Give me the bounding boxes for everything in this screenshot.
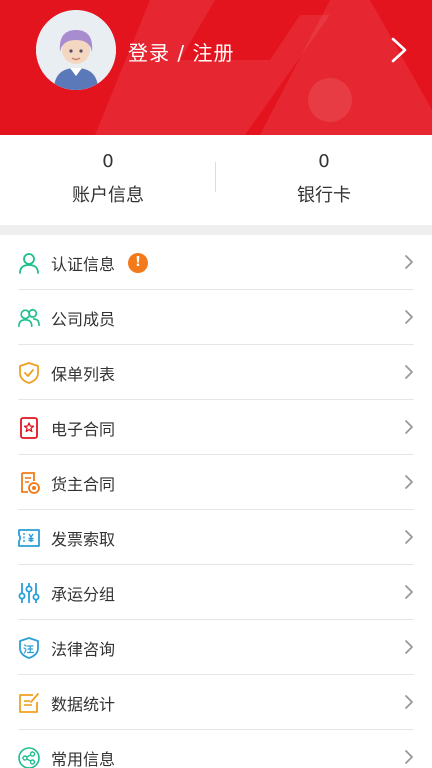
- menu-item-label: 发票索取: [51, 529, 116, 549]
- avatar[interactable]: [36, 10, 116, 90]
- menu-item-shipper-contract[interactable]: 货主合同: [0, 455, 432, 510]
- chevron-right-icon: [405, 420, 413, 434]
- menu-item-label: 常用信息: [51, 749, 116, 768]
- insurance-shield-icon: [18, 361, 40, 384]
- stat-label: 账户信息: [72, 185, 144, 206]
- menu-item-company-members[interactable]: 公司成员: [0, 290, 432, 345]
- menu-item-label: 电子合同: [51, 419, 116, 439]
- chevron-right-icon: [405, 530, 413, 544]
- menu-item-label: 数据统计: [51, 694, 116, 714]
- stat-value: 0: [102, 151, 114, 172]
- menu-item-common-info[interactable]: 常用信息: [0, 730, 432, 768]
- login-register-link[interactable]: 登录 / 注册: [128, 37, 234, 66]
- menu-item-e-contract[interactable]: 电子合同: [0, 400, 432, 455]
- chevron-right-icon: [405, 365, 413, 379]
- statistics-icon: [18, 692, 40, 714]
- stats-divider: [215, 162, 216, 192]
- alert-badge: !: [128, 252, 149, 273]
- menu-item-label: 货主合同: [51, 474, 116, 494]
- chevron-right-icon[interactable]: [388, 36, 410, 64]
- stat-label: 银行卡: [297, 185, 351, 206]
- stat-account-info[interactable]: 0 账户信息: [0, 149, 216, 207]
- chevron-right-icon: [405, 695, 413, 709]
- menu-item-verification[interactable]: 认证信息 !: [0, 235, 432, 290]
- user-verify-icon: [18, 252, 40, 274]
- menu-item-invoice[interactable]: 发票索取: [0, 510, 432, 565]
- menu-item-label: 认证信息: [51, 254, 116, 274]
- menu-list: 认证信息 ! 公司成员 保单列表 电子合同 货主合同 发票索取 承运分组 法律咨…: [0, 235, 432, 768]
- sliders-icon: [18, 582, 40, 604]
- menu-item-label: 保单列表: [51, 364, 116, 384]
- section-gap: [0, 225, 432, 235]
- chevron-right-icon: [405, 310, 413, 324]
- shipper-contract-icon: [18, 471, 40, 494]
- menu-item-label: 承运分组: [51, 584, 116, 604]
- menu-item-statistics[interactable]: 数据统计: [0, 675, 432, 730]
- menu-item-label: 法律咨询: [51, 639, 116, 659]
- menu-item-legal-consult[interactable]: 法律咨询: [0, 620, 432, 675]
- profile-header[interactable]: 登录 / 注册: [0, 0, 432, 135]
- user-avatar-icon: [36, 10, 116, 90]
- share-icon: [18, 746, 40, 768]
- chevron-right-icon: [405, 255, 413, 269]
- menu-item-carrier-group[interactable]: 承运分组: [0, 565, 432, 620]
- menu-item-policy-list[interactable]: 保单列表: [0, 345, 432, 400]
- chevron-right-icon: [405, 750, 413, 764]
- invoice-icon: [18, 527, 40, 549]
- stats-panel: 0 账户信息 0 银行卡: [0, 135, 432, 225]
- stat-value: 0: [318, 151, 330, 172]
- chevron-right-icon: [405, 640, 413, 654]
- chevron-right-icon: [405, 585, 413, 599]
- legal-shield-icon: [18, 636, 40, 659]
- e-contract-icon: [18, 416, 40, 439]
- members-icon: [18, 307, 40, 329]
- stat-bank-card[interactable]: 0 银行卡: [216, 149, 432, 207]
- menu-item-label: 公司成员: [51, 309, 116, 329]
- chevron-right-icon: [405, 475, 413, 489]
